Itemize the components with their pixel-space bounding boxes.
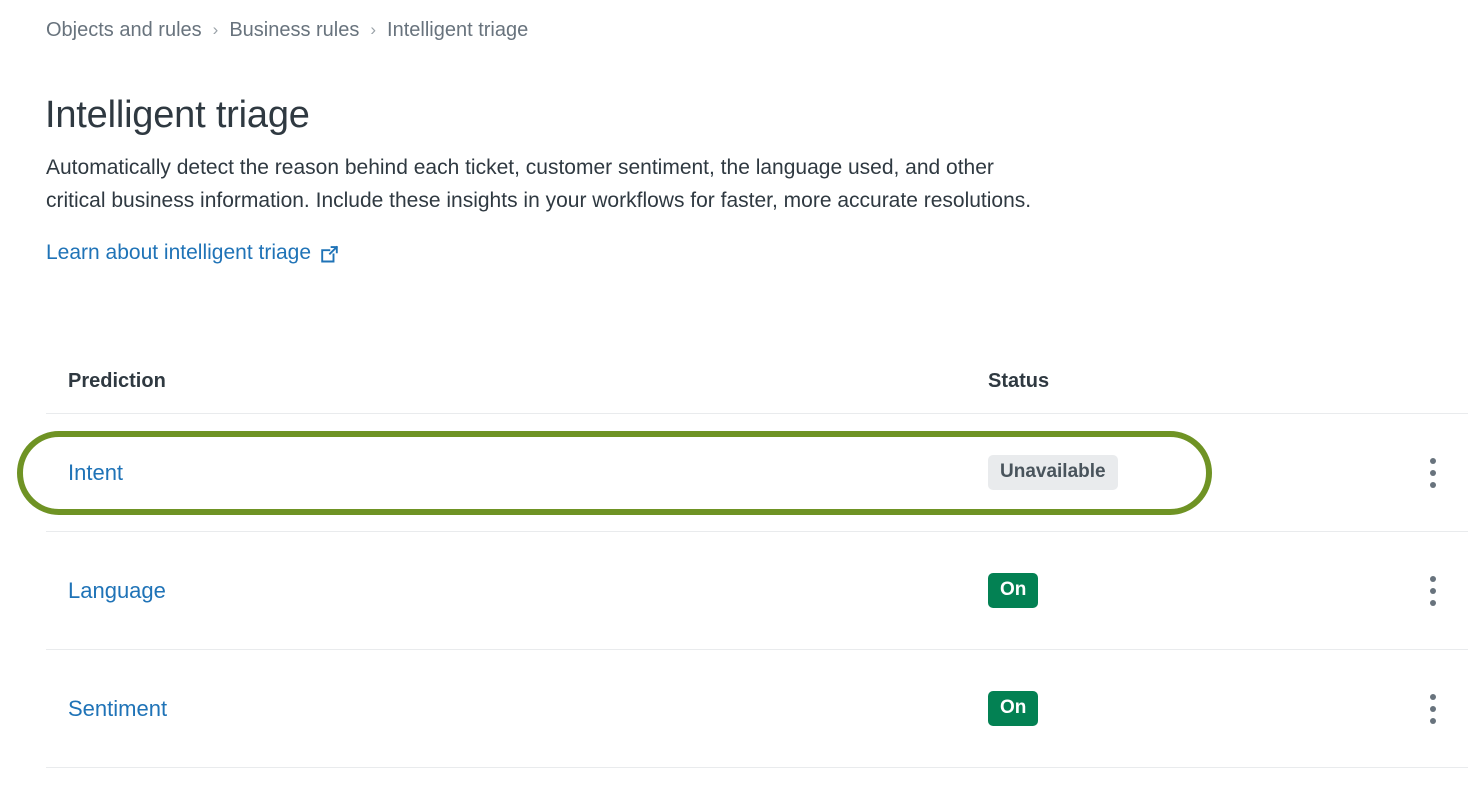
row-prediction-cell: Language [46, 577, 988, 605]
breadcrumb-separator-icon: › [212, 20, 219, 39]
kebab-dot [1430, 705, 1436, 712]
kebab-dot [1430, 599, 1436, 606]
row-prediction-cell: Intent [46, 459, 988, 487]
kebab-menu-icon[interactable] [1420, 693, 1446, 724]
table-row[interactable]: Sentiment On [46, 650, 1468, 768]
kebab-dot [1430, 693, 1436, 700]
kebab-dot [1430, 469, 1436, 476]
breadcrumb-item-intelligent-triage: Intelligent triage [387, 19, 529, 41]
kebab-menu-icon[interactable] [1420, 457, 1446, 488]
prediction-link-language[interactable]: Language [68, 578, 166, 603]
prediction-link-intent[interactable]: Intent [68, 460, 123, 485]
row-actions-cell [1408, 457, 1468, 488]
column-header-status: Status [988, 370, 1050, 392]
learn-about-intelligent-triage-link[interactable]: Learn about intelligent triage [46, 239, 339, 267]
kebab-dot [1430, 587, 1436, 594]
row-actions-cell [1408, 693, 1468, 724]
page-description: Automatically detect the reason behind e… [46, 156, 1032, 212]
breadcrumb: Objects and rules › Business rules › Int… [46, 16, 528, 44]
kebab-dot [1430, 717, 1436, 724]
breadcrumb-separator-icon: › [370, 20, 377, 39]
column-header-prediction: Prediction [68, 370, 166, 392]
row-status-cell: On [988, 573, 1408, 608]
kebab-dot [1430, 481, 1436, 488]
status-badge: Unavailable [988, 455, 1118, 490]
page-title: Intelligent triage [45, 94, 310, 137]
row-status-cell: Unavailable [988, 455, 1408, 490]
row-actions-cell [1408, 575, 1468, 606]
external-link-icon [320, 245, 339, 264]
kebab-dot [1430, 457, 1436, 464]
kebab-menu-icon[interactable] [1420, 575, 1446, 606]
table-row[interactable]: Language On [46, 532, 1468, 650]
predictions-table: Prediction Status Intent Unavailable Lan… [46, 350, 1468, 768]
table-row[interactable]: Intent Unavailable [46, 414, 1468, 532]
learn-link-label: Learn about intelligent triage [46, 241, 312, 264]
breadcrumb-item-objects-and-rules[interactable]: Objects and rules [46, 16, 202, 44]
row-status-cell: On [988, 691, 1408, 726]
breadcrumb-item-business-rules[interactable]: Business rules [229, 16, 359, 44]
kebab-dot [1430, 575, 1436, 582]
status-badge: On [988, 573, 1039, 608]
row-prediction-cell: Sentiment [46, 695, 988, 723]
table-header-row: Prediction Status [46, 350, 1468, 414]
status-badge: On [988, 691, 1039, 726]
prediction-link-sentiment[interactable]: Sentiment [68, 696, 167, 721]
